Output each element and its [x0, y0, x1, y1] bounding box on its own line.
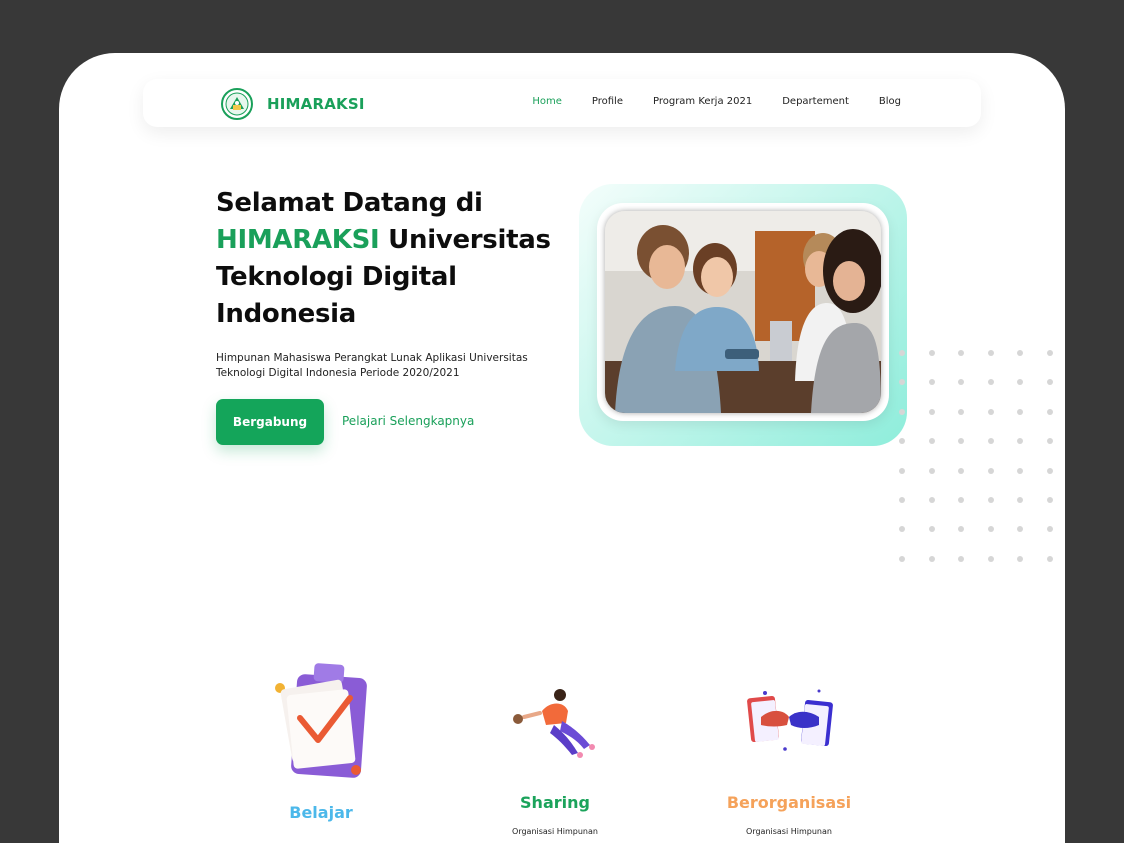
feature-text-berorganisasi: Organisasi Himpunan	[746, 827, 832, 836]
join-button[interactable]: Bergabung	[216, 399, 324, 445]
feature-title-sharing: Sharing	[520, 793, 590, 812]
nav-link-program-kerja[interactable]: Program Kerja 2021	[653, 96, 752, 107]
hero-title-accent: HIMARAKSI	[216, 225, 380, 255]
nav-link-home[interactable]: Home	[532, 96, 562, 107]
brand-name: HIMARAKSI	[267, 95, 365, 113]
nav-link-profile[interactable]: Profile	[592, 96, 623, 107]
handshake-icon	[747, 689, 833, 751]
navbar: HIMARAKSI Home Profile Program Kerja 202…	[143, 79, 981, 127]
feature-title-belajar: Belajar	[289, 803, 353, 822]
himaraksi-emblem-icon	[221, 88, 253, 120]
feature-text-sharing: Organisasi Himpunan	[512, 827, 598, 836]
nav-link-departement[interactable]: Departement	[782, 96, 849, 107]
clipboard-check-icon	[275, 663, 367, 778]
page-card: HIMARAKSI Home Profile Program Kerja 202…	[59, 53, 1065, 843]
feature-sharing: Sharing Organisasi Himpunan	[455, 653, 655, 836]
dot-grid	[899, 350, 1065, 585]
brand[interactable]: HIMARAKSI	[221, 88, 365, 120]
hero-photo	[605, 211, 881, 413]
feature-title-berorganisasi: Berorganisasi	[726, 793, 852, 812]
feature-belajar: Belajar	[221, 653, 421, 837]
learn-more-link[interactable]: Pelajari Selengkapnya	[342, 414, 474, 428]
nav-menu: Home Profile Program Kerja 2021 Departem…	[532, 96, 901, 107]
feature-berorganisasi: Berorganisasi Organisasi Himpunan	[689, 653, 889, 836]
nav-link-blog[interactable]: Blog	[879, 96, 901, 107]
hero-title-line2: Universitas	[379, 225, 551, 255]
hero-description: Himpunan Mahasiswa Perangkat Lunak Aplik…	[216, 352, 528, 379]
hero-title: Selamat Datang di HIMARAKSI Universitas …	[216, 185, 556, 333]
hero-title-line4: Indonesia	[216, 299, 357, 329]
flying-person-icon	[513, 689, 595, 758]
hero-title-line3: Teknologi Digital	[216, 262, 457, 292]
hero-title-line1: Selamat Datang di	[216, 188, 483, 218]
